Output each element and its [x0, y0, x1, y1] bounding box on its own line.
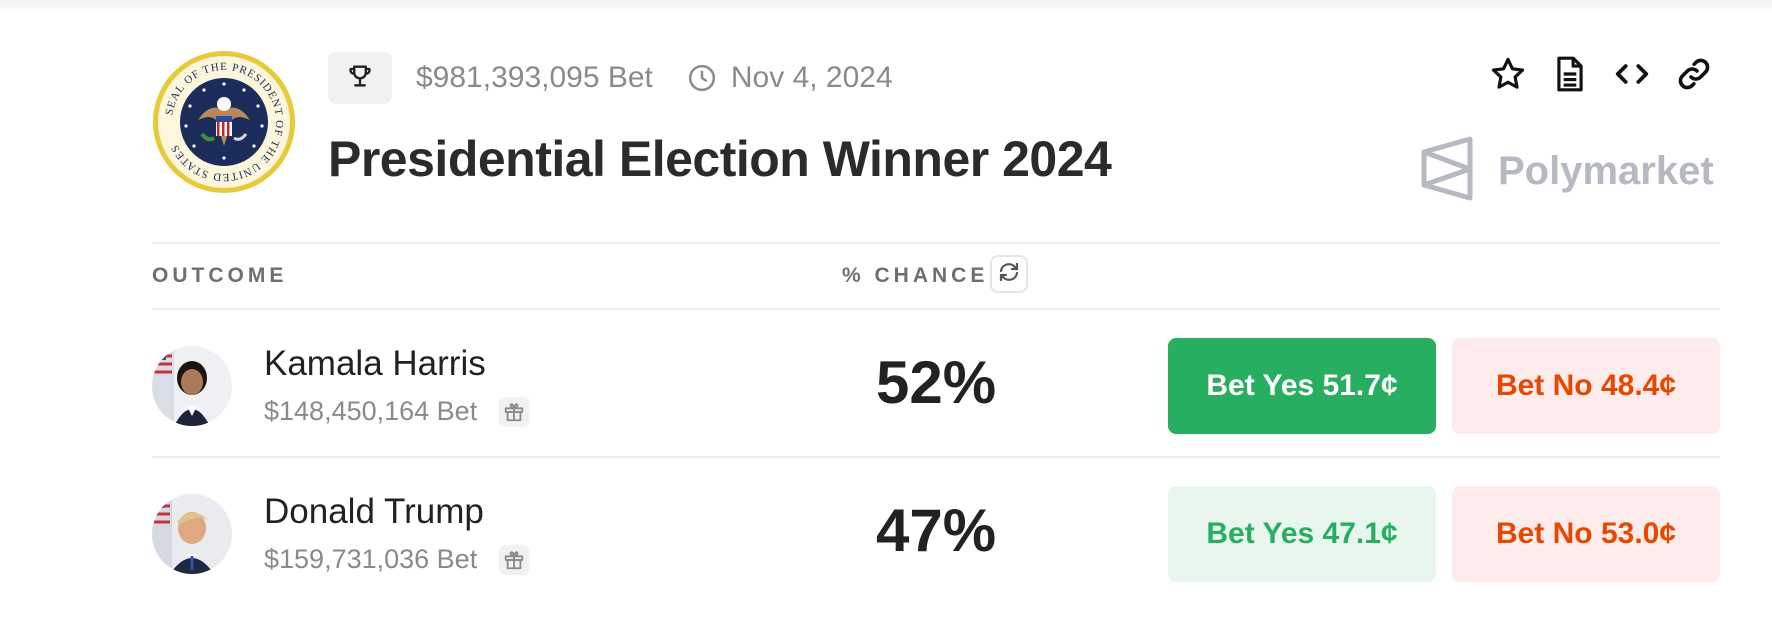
chance-value: 47%	[875, 497, 997, 564]
candidate-volume-row: $148,450,164 Bet	[264, 396, 530, 427]
link-icon	[1676, 56, 1712, 97]
polymarket-logo-icon	[1420, 136, 1476, 207]
refresh-icon	[997, 260, 1021, 289]
market-meta-row: $981,393,095 Bet Nov 4, 2024	[328, 52, 893, 104]
candidate-name: Donald Trump	[264, 492, 484, 531]
copy-link-button[interactable]	[1674, 56, 1714, 96]
polymarket-brand: Polymarket	[1420, 136, 1714, 207]
gift-icon[interactable]	[499, 544, 530, 575]
refresh-button[interactable]	[990, 255, 1028, 293]
embed-button[interactable]	[1612, 56, 1652, 96]
outcome-row: Donald Trump $159,731,036 Bet 47% Bet Ye…	[0, 458, 1772, 606]
gift-icon[interactable]	[499, 396, 530, 427]
bet-yes-button[interactable]: Bet Yes 47.1¢	[1168, 486, 1436, 582]
outcome-row: Kamala Harris $148,450,164 Bet 52% Bet Y…	[0, 310, 1772, 458]
trophy-badge[interactable]	[328, 52, 392, 104]
candidate-volume-row: $159,731,036 Bet	[264, 544, 530, 575]
market-volume: $981,393,095 Bet	[416, 61, 653, 94]
favorite-button[interactable]	[1488, 56, 1528, 96]
market-title: Presidential Election Winner 2024	[328, 131, 1112, 187]
chance-value: 52%	[875, 349, 997, 416]
candidate-volume: $148,450,164 Bet	[264, 396, 478, 426]
star-icon	[1489, 55, 1527, 98]
rules-button[interactable]	[1550, 56, 1590, 96]
candidate-name: Kamala Harris	[264, 344, 486, 383]
bet-no-button[interactable]: Bet No 53.0¢	[1452, 486, 1720, 582]
clock-icon	[687, 63, 717, 93]
bet-yes-button[interactable]: Bet Yes 51.7¢	[1168, 338, 1436, 434]
outcome-column-header: OUTCOME	[152, 264, 288, 287]
trophy-icon	[346, 62, 374, 95]
code-icon	[1613, 55, 1651, 98]
header-divider	[152, 242, 1720, 244]
candidate-avatar	[152, 494, 232, 574]
presidential-seal-logo: SEAL OF THE PRESIDENT OF THE UNITED STAT…	[152, 50, 296, 194]
market-date: Nov 4, 2024	[730, 61, 893, 94]
document-icon	[1553, 55, 1587, 98]
chance-column-header: % CHANCE	[842, 264, 989, 287]
candidate-volume: $159,731,036 Bet	[264, 544, 478, 574]
top-shadow	[0, 0, 1772, 14]
candidate-avatar	[152, 346, 232, 426]
market-actions	[1488, 56, 1714, 96]
bet-no-button[interactable]: Bet No 48.4¢	[1452, 338, 1720, 434]
brand-name: Polymarket	[1498, 149, 1714, 193]
